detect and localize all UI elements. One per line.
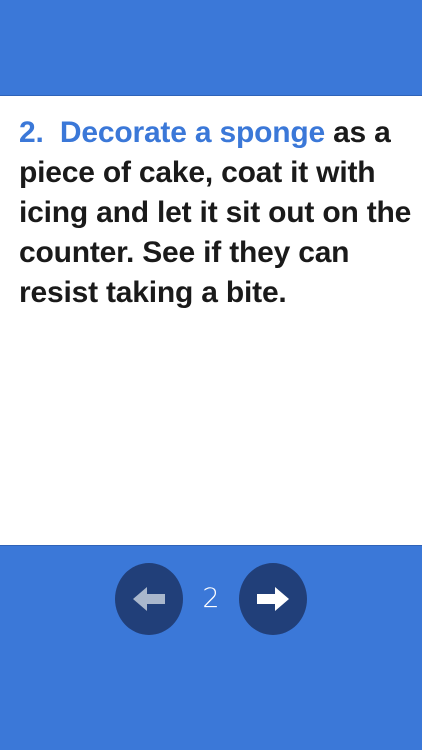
tip-highlight: Decorate a sponge <box>59 116 325 149</box>
app-screen: 2. Decorate a sponge as a piece of cake,… <box>0 0 422 750</box>
next-button[interactable] <box>239 563 307 635</box>
tip-text: 2. Decorate a sponge as a piece of cake,… <box>19 113 419 313</box>
previous-button[interactable] <box>115 563 183 635</box>
pagination-nav: 2 <box>0 563 422 637</box>
arrow-left-icon <box>133 587 165 611</box>
tip-number: 2. <box>19 116 44 149</box>
top-bar <box>0 0 422 96</box>
page-number: 2 <box>202 583 220 614</box>
arrow-right-icon <box>257 587 289 611</box>
